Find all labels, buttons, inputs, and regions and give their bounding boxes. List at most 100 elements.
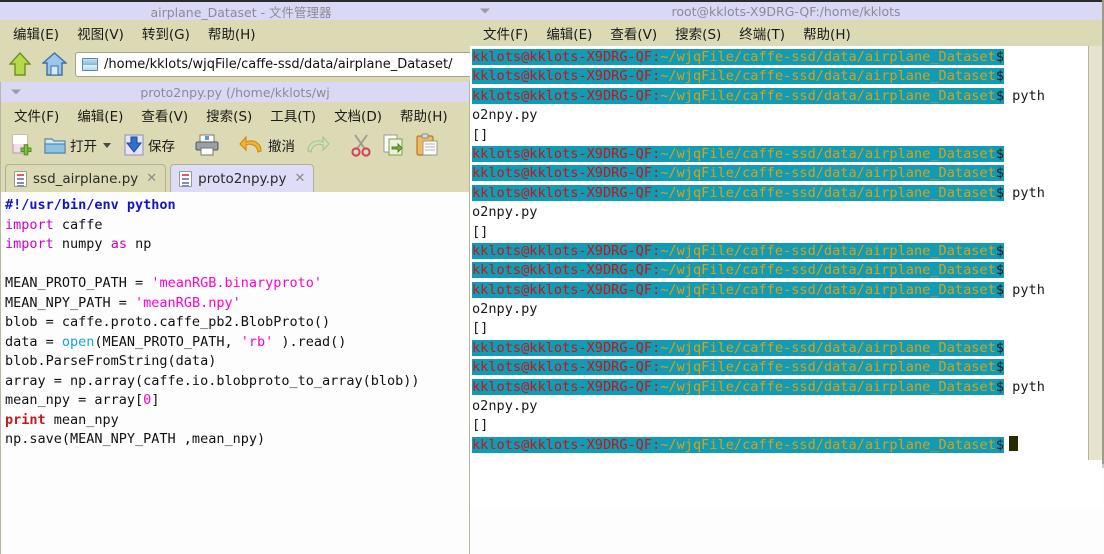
terminal-prompt-line: kklots@kklots-X9DRG-QF:~/wjqFile/caffe-s… bbox=[472, 339, 1102, 358]
prompt-user: kklots@kklots-X9DRG-QF bbox=[472, 359, 653, 376]
tm-menu-edit[interactable]: 编辑(E) bbox=[537, 20, 601, 46]
path-entry[interactable]: /home/kklots/wjqFile/caffe-ssd/data/airp… bbox=[75, 51, 477, 77]
fm-menu-edit[interactable]: 编辑(E) bbox=[4, 20, 68, 46]
file-manager-title: airplane_Dataset - 文件管理器 bbox=[150, 4, 332, 20]
undo-button[interactable]: 撤消 bbox=[236, 132, 298, 158]
terminal-prompt-line: kklots@kklots-X9DRG-QF:~/wjqFile/caffe-s… bbox=[472, 184, 1102, 203]
code-line: mean_npy = array[0] bbox=[5, 391, 469, 411]
scissors-icon bbox=[351, 134, 371, 157]
tm-menu-file[interactable]: 文件(F) bbox=[474, 20, 537, 46]
tm-menu-search[interactable]: 搜索(S) bbox=[666, 20, 730, 46]
terminal-output-line: o2npy.py bbox=[472, 107, 538, 124]
tab-label: proto2npy.py bbox=[198, 170, 287, 187]
tm-menu-view[interactable]: 查看(V) bbox=[601, 20, 666, 46]
terminal-output-line: o2npy.py bbox=[472, 301, 538, 318]
code-line: np.save(MEAN_NPY_PATH ,mean_npy) bbox=[5, 430, 469, 450]
code-token: blob = caffe.proto.caffe_pb2.BlobProto() bbox=[5, 314, 331, 330]
terminal-prompt-line: kklots@kklots-X9DRG-QF:~/wjqFile/caffe-s… bbox=[472, 261, 1102, 280]
code-token: np.save(MEAN_NPY_PATH ,mean_npy) bbox=[5, 431, 266, 447]
ed-menu-search[interactable]: 搜索(S) bbox=[197, 102, 261, 128]
code-token: blob.ParseFromString(data) bbox=[5, 353, 217, 369]
terminal-command: pyth bbox=[1004, 87, 1045, 104]
parent-folder-button[interactable] bbox=[5, 49, 35, 79]
home-button[interactable] bbox=[39, 49, 69, 79]
close-icon[interactable]: ✕ bbox=[294, 171, 305, 186]
prompt-user: kklots@kklots-X9DRG-QF bbox=[472, 49, 653, 65]
terminal-cursor bbox=[1009, 435, 1018, 451]
fm-menu-view[interactable]: 视图(V) bbox=[68, 20, 133, 46]
code-token: ] bbox=[151, 392, 160, 408]
fm-menu-help[interactable]: 帮助(H) bbox=[199, 20, 265, 46]
prompt-path: ~/wjqFile/caffe-ssd/data/airplane_Datase… bbox=[660, 145, 996, 162]
terminal-output-line: [] bbox=[472, 126, 489, 143]
code-line: MEAN_PROTO_PATH = 'meanRGB.binaryproto' bbox=[5, 274, 469, 294]
terminal-window: root@kklots-X9DRG-QF:/home/kklots 文件(F) … bbox=[470, 0, 1104, 508]
cut-button[interactable] bbox=[346, 131, 376, 159]
code-token: import bbox=[5, 236, 54, 252]
terminal-output-line: [] bbox=[472, 417, 489, 434]
code-token: 'rb' bbox=[240, 333, 274, 350]
clipboard-paste-icon bbox=[416, 133, 438, 156]
terminal-prompt-line: kklots@kklots-X9DRG-QF:~/wjqFile/caffe-s… bbox=[472, 242, 1102, 261]
terminal-command: pyth bbox=[1004, 378, 1045, 395]
terminal-titlebar[interactable]: root@kklots-X9DRG-QF:/home/kklots bbox=[470, 0, 1102, 20]
prompt-user: kklots@kklots-X9DRG-QF bbox=[472, 436, 653, 453]
ed-menu-edit[interactable]: 编辑(E) bbox=[68, 102, 132, 128]
fm-menu-go[interactable]: 转到(G) bbox=[133, 20, 199, 46]
home-icon bbox=[41, 52, 67, 76]
terminal-output-area[interactable]: kklots@kklots-X9DRG-QF:~/wjqFile/caffe-s… bbox=[470, 46, 1102, 508]
code-token: MEAN_PROTO_PATH = bbox=[5, 275, 152, 291]
file-manager-window: airplane_Dataset - 文件管理器 编辑(E) 视图(V) 转到(… bbox=[0, 0, 482, 92]
file-manager-titlebar[interactable]: airplane_Dataset - 文件管理器 bbox=[0, 0, 482, 20]
code-token: np bbox=[126, 236, 152, 252]
window-menu-icon[interactable] bbox=[11, 89, 21, 95]
prompt-dollar: $ bbox=[995, 339, 1004, 356]
ed-menu-view[interactable]: 查看(V) bbox=[132, 102, 197, 128]
tab-proto2npy[interactable]: proto2npy.py ✕ bbox=[170, 164, 315, 192]
ed-menu-document[interactable]: 文档(D) bbox=[325, 102, 391, 128]
editor-titlebar[interactable]: proto2npy.py (/home/kklots/wj bbox=[1, 82, 469, 102]
chevron-down-icon[interactable] bbox=[103, 142, 111, 148]
code-token: #!/usr/bin/env python bbox=[5, 197, 176, 213]
save-icon bbox=[124, 134, 144, 156]
print-button[interactable] bbox=[191, 131, 223, 159]
terminal-output-line: [] bbox=[472, 223, 489, 240]
terminal-output-line: [] bbox=[472, 320, 489, 337]
code-editor-area[interactable]: #!/usr/bin/env python import caffe import … bbox=[1, 192, 469, 554]
code-token: 'meanRGB.npy' bbox=[135, 294, 241, 311]
open-button[interactable]: 打开 bbox=[40, 132, 117, 158]
prompt-path: ~/wjqFile/caffe-ssd/data/airplane_Datase… bbox=[660, 339, 996, 356]
ed-menu-tools[interactable]: 工具(T) bbox=[261, 102, 325, 128]
code-token: open bbox=[61, 333, 95, 350]
new-document-button[interactable] bbox=[7, 131, 37, 159]
desktop-root: airplane_Dataset - 文件管理器 编辑(E) 视图(V) 转到(… bbox=[0, 0, 1104, 554]
prompt-user: kklots@kklots-X9DRG-QF bbox=[472, 242, 653, 259]
save-button[interactable]: 保存 bbox=[120, 131, 178, 159]
ed-menu-help[interactable]: 帮助(H) bbox=[391, 102, 457, 128]
code-token: (MEAN_PROTO_PATH, bbox=[94, 333, 241, 350]
paste-button[interactable] bbox=[412, 131, 442, 159]
prompt-user: kklots@kklots-X9DRG-QF bbox=[472, 262, 653, 279]
terminal-output-line: o2npy.py bbox=[472, 204, 538, 221]
tm-menu-terminal[interactable]: 终端(T) bbox=[730, 20, 794, 46]
prompt-user: kklots@kklots-X9DRG-QF bbox=[472, 339, 653, 356]
prompt-user: kklots@kklots-X9DRG-QF bbox=[472, 184, 653, 201]
code-line: blob.ParseFromString(data) bbox=[5, 352, 469, 372]
prompt-dollar: $ bbox=[995, 281, 1004, 298]
code-token: mean_npy bbox=[45, 411, 119, 428]
terminal-menubar: 文件(F) 编辑(E) 查看(V) 搜索(S) 终端(T) 帮助(H) bbox=[470, 20, 1102, 46]
close-icon[interactable]: ✕ bbox=[146, 171, 157, 186]
prompt-dollar: $ bbox=[995, 378, 1004, 395]
terminal-prompt-line: kklots@kklots-X9DRG-QF:~/wjqFile/caffe-s… bbox=[472, 281, 1102, 300]
prompt-path: ~/wjqFile/caffe-ssd/data/airplane_Datase… bbox=[660, 378, 996, 395]
tab-ssd-airplane[interactable]: ssd_airplane.py ✕ bbox=[5, 164, 167, 192]
ed-menu-file[interactable]: 文件(F) bbox=[5, 102, 68, 128]
terminal-scrollbar[interactable] bbox=[1088, 46, 1102, 460]
window-menu-icon[interactable] bbox=[480, 8, 490, 14]
copy-button[interactable] bbox=[379, 131, 409, 159]
code-token: mean_npy = array[ bbox=[5, 392, 144, 408]
tm-menu-help[interactable]: 帮助(H) bbox=[794, 20, 860, 46]
prompt-dollar: $ bbox=[995, 165, 1004, 182]
terminal-output-line: o2npy.py bbox=[472, 398, 538, 415]
terminal-prompt-line: kklots@kklots-X9DRG-QF:~/wjqFile/caffe-s… bbox=[472, 67, 1102, 86]
